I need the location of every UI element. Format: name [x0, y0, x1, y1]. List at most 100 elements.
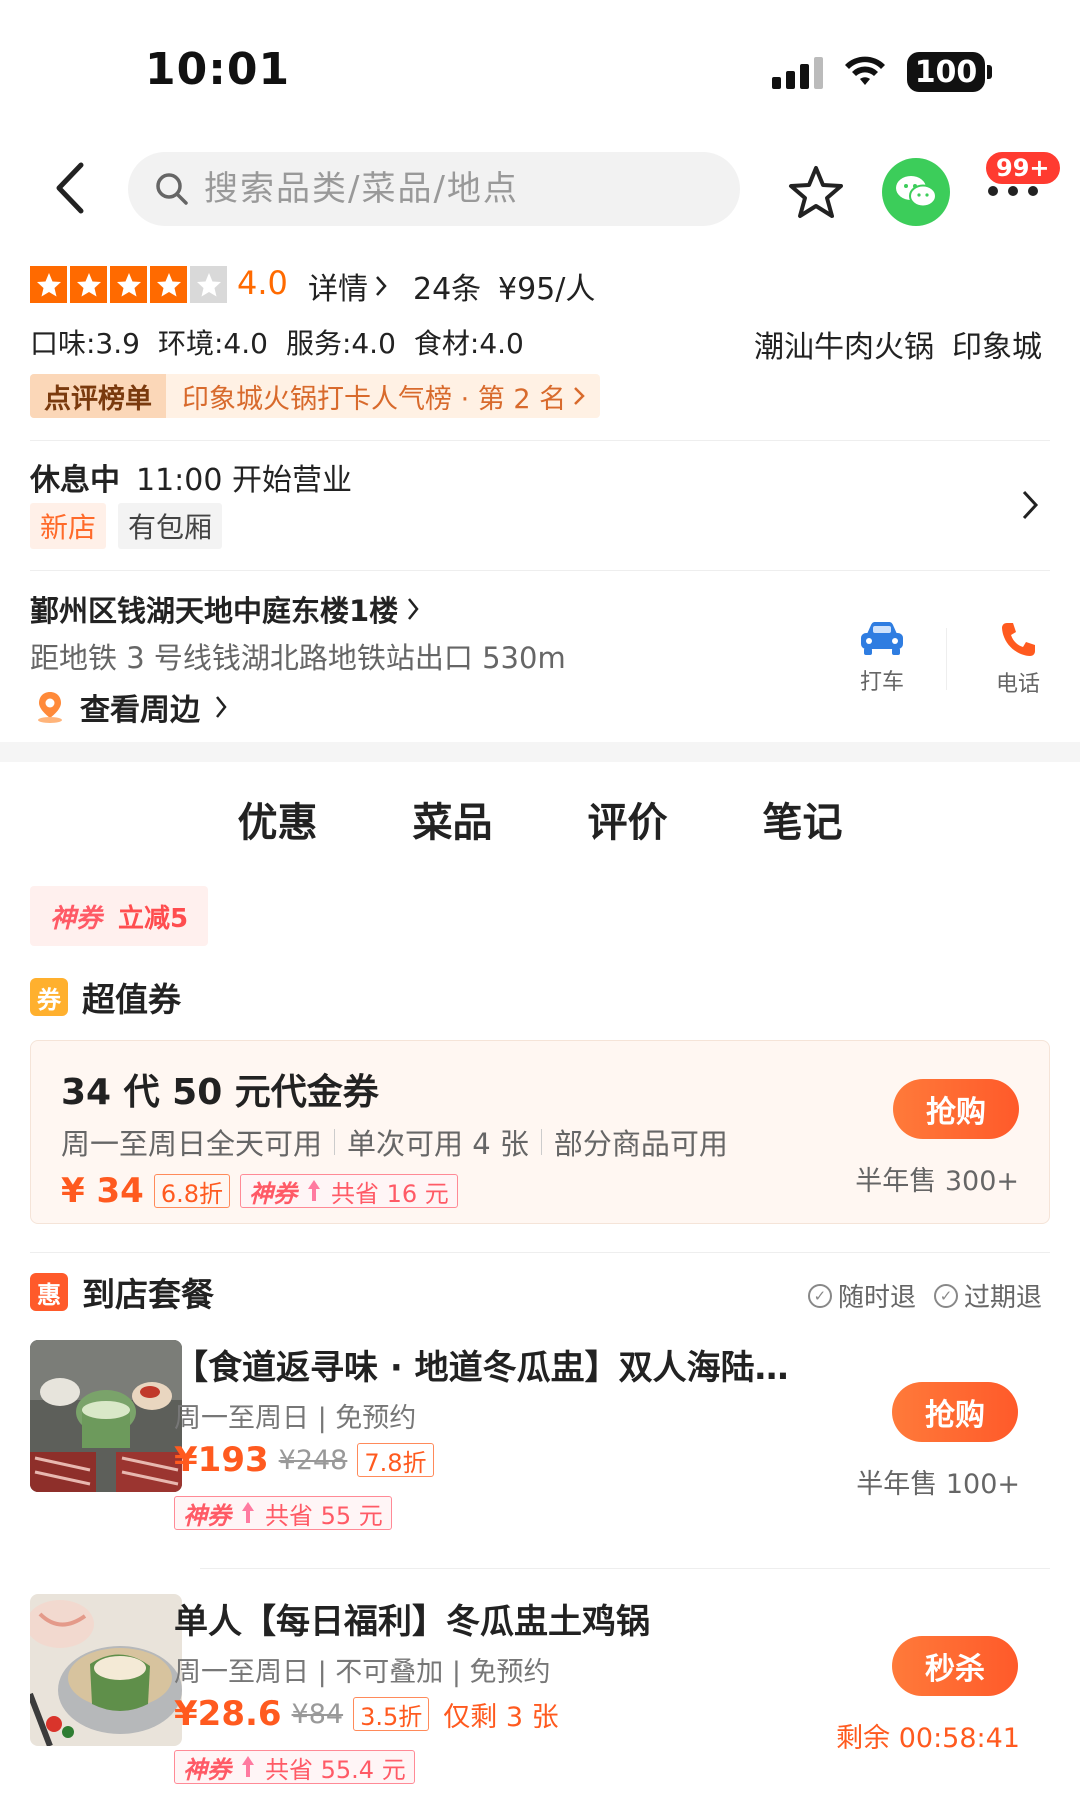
- flash-sale-button[interactable]: 秒杀: [892, 1636, 1018, 1696]
- sub-score-environment: 环境:4.0: [157, 327, 268, 360]
- section-separator: [0, 742, 1080, 762]
- more-icon: [988, 186, 1038, 196]
- voucher-price: ¥ 34: [61, 1171, 144, 1211]
- divider: [30, 570, 1050, 571]
- package-image: [30, 1340, 182, 1492]
- discount-badge: 3.5折: [353, 1697, 430, 1731]
- battery-icon: 100: [907, 52, 992, 92]
- phone-label: 电话: [995, 672, 1040, 697]
- taxi-button[interactable]: 打车: [842, 620, 922, 696]
- voucher-rule: 部分商品可用: [553, 1127, 728, 1161]
- vouchers-title: 超值券: [82, 980, 181, 1019]
- store-tags: 新店 有包厢: [30, 503, 223, 549]
- search-bar[interactable]: [128, 152, 740, 226]
- voucher-rule: 单次可用 4 张: [347, 1127, 529, 1161]
- star-filled-icon: [30, 266, 67, 303]
- buy-button[interactable]: 抢购: [893, 1079, 1019, 1139]
- business-status-row[interactable]: 休息中 11:00 开始营业: [30, 455, 352, 499]
- notification-badge: 99+: [984, 150, 1062, 186]
- shen-coupon-logo: 神券: [248, 1178, 297, 1208]
- tab-reviews[interactable]: 评价: [588, 790, 668, 860]
- packages-heading: 惠 到店套餐: [30, 1268, 214, 1316]
- package-original-price: ¥248: [278, 1444, 348, 1476]
- package-price-row: ¥28.6 ¥84 3.5折 仅剩 3 张: [174, 1694, 559, 1734]
- search-input[interactable]: [204, 169, 684, 209]
- divider: [200, 1568, 1050, 1569]
- star-filled-icon: [110, 266, 147, 303]
- rating-detail-label: 详情: [308, 272, 368, 307]
- category-name: 潮汕牛肉火锅: [754, 330, 934, 365]
- discount-badge: 7.8折: [357, 1443, 434, 1477]
- package-item[interactable]: 单人【每日福利】冬瓜盅土鸡锅 周一至周日 | 不可叠加 | 免预约 ¥28.6 …: [30, 1594, 1050, 1804]
- voucher-price-row: ¥ 34 6.8折 神券 共省 16 元: [61, 1171, 458, 1211]
- chevron-right-icon: [216, 696, 227, 718]
- business-status: 休息中: [30, 463, 120, 498]
- voucher-rule: 周一至周日全天可用: [61, 1127, 323, 1161]
- star-filled-icon: [70, 266, 107, 303]
- star-outline-icon: [789, 166, 843, 218]
- packages-title: 到店套餐: [82, 1275, 214, 1314]
- ranking-text: 印象城火锅打卡人气榜 · 第 2 名: [182, 383, 567, 415]
- ranking-banner[interactable]: 点评榜单 印象城火锅打卡人气榜 · 第 2 名: [30, 374, 601, 418]
- chevron-right-icon: [408, 598, 419, 620]
- refund-badge: ✓ 过期退: [933, 1277, 1042, 1314]
- ranking-text-wrap: 印象城火锅打卡人气榜 · 第 2 名: [166, 374, 600, 418]
- shen-coupon-logo: 神券: [183, 1500, 231, 1530]
- sub-score-service: 服务:4.0: [285, 327, 396, 360]
- package-meta: 周一至周日 | 不可叠加 | 免预约: [174, 1657, 551, 1688]
- wechat-icon: [896, 176, 937, 208]
- more-button[interactable]: 99+: [976, 150, 1062, 210]
- package-price-row: ¥193 ¥248 7.8折: [174, 1440, 434, 1480]
- sub-score-taste: 口味:3.9: [30, 327, 140, 360]
- check-circle-icon: ✓: [933, 1283, 958, 1308]
- stock-remaining: 仅剩 3 张: [443, 1701, 559, 1733]
- rocket-icon: [242, 1502, 254, 1523]
- back-button[interactable]: [45, 158, 95, 218]
- shen-coupon-logo: 神券: [183, 1754, 231, 1784]
- rule-separator: [334, 1129, 336, 1155]
- rocket-icon: [242, 1756, 254, 1777]
- package-item[interactable]: 【食道返寻味 · 地道冬瓜盅】双人海陆… 周一至周日 | 免预约 ¥193 ¥2…: [30, 1340, 1050, 1550]
- coupon-chip-text: 立减5: [118, 903, 189, 934]
- chevron-left-icon: [56, 162, 84, 214]
- super-coupon-chip[interactable]: 神券 立减5: [30, 886, 209, 946]
- view-nearby-link[interactable]: 查看周边: [34, 685, 228, 729]
- shen-coupon-logo: 神券: [50, 903, 103, 934]
- tab-notes[interactable]: 笔记: [763, 790, 843, 860]
- address-link[interactable]: 鄞州区钱湖天地中庭东楼1楼: [30, 588, 420, 630]
- refund-badge: ✓ 随时退: [807, 1277, 916, 1314]
- vouchers-heading: 券 超值券: [30, 973, 181, 1021]
- chevron-right-icon: [376, 276, 387, 296]
- check-circle-icon: ✓: [807, 1283, 832, 1308]
- voucher-card[interactable]: 34 代 50 元代金券 周一至周日全天可用 单次可用 4 张 部分商品可用 ¥…: [30, 1040, 1050, 1224]
- discount-badge: 6.8折: [153, 1174, 230, 1208]
- wechat-share-button[interactable]: [882, 158, 950, 226]
- chevron-right-icon: [1022, 490, 1039, 520]
- phone-button[interactable]: 电话: [978, 620, 1058, 698]
- tag-new-store: 新店: [30, 503, 107, 549]
- countdown-timer: 剩余 00:58:41: [836, 1723, 1020, 1754]
- package-title: 单人【每日福利】冬瓜盅土鸡锅: [174, 1602, 650, 1642]
- category-info: 潮汕牛肉火锅 印象城: [754, 322, 1042, 366]
- package-price: ¥28.6: [174, 1694, 282, 1734]
- rating-stars: [30, 266, 227, 303]
- package-savings-row: 神券 共省 55.4 元: [174, 1750, 415, 1784]
- savings-badge: 神券 共省 55.4 元: [174, 1750, 415, 1784]
- sold-count: 半年售 300+: [855, 1166, 1019, 1197]
- ranking-badge: 点评榜单: [30, 374, 166, 418]
- business-detail-button[interactable]: [1020, 488, 1040, 526]
- buy-button[interactable]: 抢购: [892, 1382, 1018, 1442]
- rating-detail-link[interactable]: 详情: [308, 264, 388, 308]
- sold-count: 半年售 100+: [856, 1469, 1020, 1500]
- tab-dishes[interactable]: 菜品: [413, 790, 493, 860]
- savings-text: 共省 55.4 元: [265, 1755, 406, 1784]
- star-filled-icon: [150, 266, 187, 303]
- rule-separator: [540, 1129, 542, 1155]
- favorite-button[interactable]: [784, 160, 848, 224]
- search-icon: [156, 173, 188, 205]
- divider: [30, 440, 1050, 441]
- status-icons: 100: [772, 50, 992, 94]
- package-image: [30, 1594, 182, 1746]
- tab-deals[interactable]: 优惠: [233, 790, 322, 860]
- rating-score: 4.0: [237, 264, 288, 302]
